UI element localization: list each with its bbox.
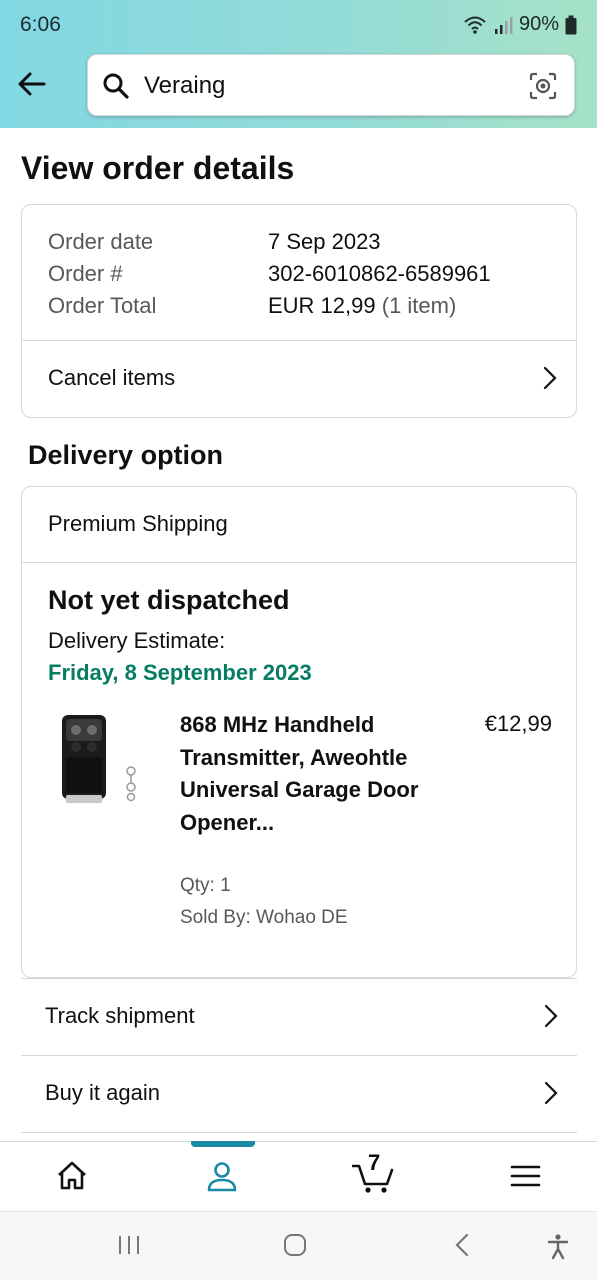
page-title: View order details: [21, 150, 295, 186]
track-shipment-label: Track shipment: [45, 1003, 195, 1028]
home-icon[interactable]: [52, 1156, 92, 1196]
delivery-card: Premium Shipping Not yet dispatched Deli…: [21, 486, 577, 978]
search-input[interactable]: Veraing: [144, 72, 225, 100]
divider: [22, 562, 576, 563]
cancel-items-button[interactable]: Cancel items: [22, 341, 576, 417]
menu-icon[interactable]: [506, 1156, 546, 1196]
status-right: 90%: [463, 13, 577, 36]
system-nav-bar: [0, 1211, 597, 1280]
active-tab-indicator: [191, 1141, 255, 1147]
shipping-type: Premium Shipping: [48, 511, 228, 536]
status-time: 6:06: [20, 13, 61, 36]
chevron-right-icon: [543, 1080, 559, 1111]
chevron-right-icon: [543, 1003, 559, 1034]
order-total-value: EUR 12,99 (1 item): [268, 293, 456, 319]
track-shipment-button[interactable]: Track shipment: [21, 978, 577, 1054]
order-date-value: 7 Sep 2023: [268, 229, 381, 254]
accessibility-icon[interactable]: [544, 1232, 572, 1265]
product-image[interactable]: [52, 713, 144, 811]
product-price: €12,99: [484, 711, 552, 736]
delivery-estimate-label: Delivery Estimate:: [48, 628, 226, 653]
back-arrow-icon[interactable]: [14, 66, 54, 106]
order-number-value: 302-6010862-6589961: [268, 261, 491, 286]
delivery-section-title: Delivery option: [28, 440, 224, 470]
buy-again-label: Buy it again: [45, 1080, 160, 1105]
order-total-label: Order Total: [48, 293, 157, 318]
app-header: 6:06 90% Veraing: [0, 0, 597, 128]
order-date-label: Order date: [48, 229, 154, 254]
divider: [21, 1132, 577, 1141]
product-title[interactable]: 868 MHz Handheld Transmitter, Aweohtle U…: [180, 709, 430, 839]
chevron-right-icon: [542, 365, 558, 396]
bottom-nav: 7: [0, 1141, 597, 1211]
order-number-label: Order #: [48, 261, 123, 286]
product-seller: Sold By: Wohao DE: [180, 907, 348, 928]
search-icon[interactable]: [102, 72, 130, 105]
product-qty: Qty: 1: [180, 875, 231, 896]
order-total-amount: EUR 12,99: [268, 293, 376, 318]
order-summary-card: Order date 7 Sep 2023 Order # 302-601086…: [21, 204, 577, 418]
search-bar[interactable]: Veraing: [87, 54, 575, 116]
back-chevron-icon[interactable]: [450, 1232, 476, 1263]
buy-again-button[interactable]: Buy it again: [21, 1055, 577, 1131]
delivery-estimate-date: Friday, 8 September 2023: [48, 660, 312, 685]
wifi-icon: [463, 15, 487, 35]
dispatch-status: Not yet dispatched: [48, 585, 290, 615]
cart-icon[interactable]: 7: [351, 1150, 396, 1196]
battery-percent: 90%: [518, 13, 559, 35]
battery-icon: [565, 15, 577, 35]
order-item-count: (1 item): [381, 293, 457, 318]
account-icon[interactable]: [202, 1156, 242, 1196]
camera-search-icon[interactable]: [528, 71, 558, 106]
signal-icon: [493, 15, 513, 35]
home-circle-icon[interactable]: [282, 1232, 308, 1263]
cart-count: 7: [368, 1150, 381, 1175]
cancel-items-label: Cancel items: [48, 365, 176, 390]
status-bar: 6:06 90%: [0, 0, 597, 50]
recents-icon[interactable]: [116, 1232, 142, 1263]
